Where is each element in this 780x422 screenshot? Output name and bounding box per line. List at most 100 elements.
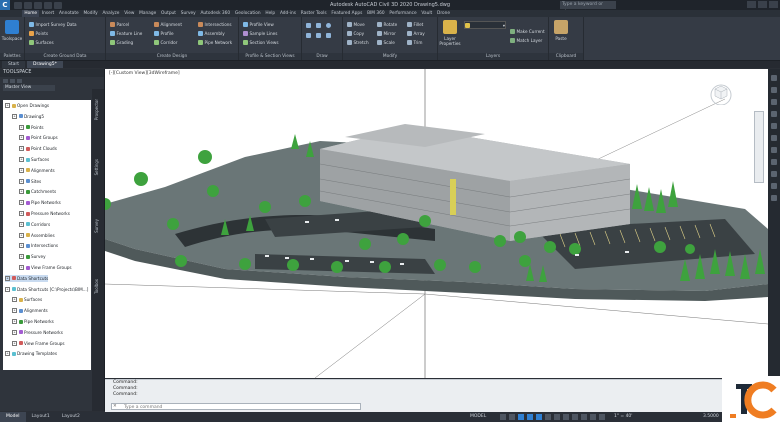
expand-toggle-icon[interactable]: + <box>19 232 24 238</box>
ortho-icon[interactable] <box>518 414 524 420</box>
ribbon-tab-autodesk-360[interactable]: Autodesk 360 <box>198 10 232 17</box>
grading-button[interactable]: Grading <box>110 38 133 46</box>
fillet-button[interactable]: Fillet <box>407 20 423 28</box>
ribbon-tab-help[interactable]: Help <box>263 10 278 17</box>
array-button[interactable]: Array <box>407 29 425 37</box>
toolspace-tool-icon[interactable] <box>17 78 22 83</box>
surfaces-button[interactable]: Surfaces <box>29 38 54 46</box>
toolspace-tool-icon[interactable] <box>3 78 8 83</box>
model-space-toggle[interactable]: MODEL <box>470 414 486 419</box>
line-button[interactable] <box>306 21 311 29</box>
mirror-button[interactable]: Mirror <box>377 29 396 37</box>
feature-line-button[interactable]: Feature Line <box>110 29 142 37</box>
tree-item[interactable]: + View Frame Groups <box>12 340 65 347</box>
circle-button[interactable] <box>326 21 331 29</box>
layout-tab-layout1[interactable]: Layout1 <box>26 412 56 422</box>
expand-toggle-icon[interactable]: + <box>12 113 17 119</box>
hatch-button[interactable] <box>326 31 331 39</box>
selection-cycling-icon[interactable] <box>572 414 578 420</box>
annotation-icon[interactable] <box>599 414 605 420</box>
tree-item[interactable]: + Corridors <box>19 221 50 228</box>
intersections-button[interactable]: Intersections <box>198 20 232 28</box>
profile-view-button[interactable]: Profile View <box>243 20 274 28</box>
3d-osnap-icon[interactable] <box>581 414 587 420</box>
lineweight-icon[interactable] <box>554 414 560 420</box>
parcel-button[interactable]: Parcel <box>110 20 129 28</box>
expand-toggle-icon[interactable]: + <box>12 308 17 314</box>
tree-item[interactable]: + Survey <box>19 253 46 260</box>
otrack-icon[interactable] <box>545 414 551 420</box>
expand-toggle-icon[interactable]: + <box>19 189 24 195</box>
osnap-icon[interactable] <box>536 414 542 420</box>
external-references-icon[interactable] <box>771 147 777 153</box>
tree-item[interactable]: + Catchments <box>19 188 56 195</box>
expand-toggle-icon[interactable]: + <box>19 243 24 249</box>
import-survey-data-button[interactable]: Import Survey Data <box>29 20 77 28</box>
dynamic-ucs-icon[interactable] <box>590 414 596 420</box>
ribbon-tab-analyze[interactable]: Analyze <box>100 10 122 17</box>
stretch-button[interactable]: Stretch <box>347 38 369 46</box>
move-button[interactable]: Move <box>347 20 365 28</box>
expand-toggle-icon[interactable]: + <box>12 319 17 324</box>
properties-icon[interactable] <box>771 75 777 81</box>
expand-toggle-icon[interactable]: + <box>19 124 24 130</box>
tree-item[interactable]: + Pipe Networks <box>12 318 54 325</box>
tool-palette-icon[interactable] <box>771 99 777 105</box>
sample-lines-button[interactable]: Sample Lines <box>243 29 277 37</box>
quick-calc-icon[interactable] <box>771 159 777 165</box>
rotate-button[interactable]: Rotate <box>377 20 397 28</box>
trim-button[interactable]: Trim <box>407 38 422 46</box>
tree-item[interactable]: + Open Drawings <box>5 102 49 109</box>
tree-item[interactable]: + Pressure Networks <box>19 210 70 217</box>
profile-button[interactable]: Profile <box>154 29 174 37</box>
tree-item[interactable]: + Data Shortcuts <box>5 274 49 282</box>
ribbon-tab-modify[interactable]: Modify <box>81 10 100 17</box>
polar-icon[interactable] <box>527 414 533 420</box>
expand-toggle-icon[interactable]: + <box>5 286 10 292</box>
section-views-button[interactable]: Section Views <box>243 38 279 46</box>
ribbon-tab-add-ins[interactable]: Add-ins <box>278 10 299 17</box>
scale-button[interactable]: Scale <box>377 38 395 46</box>
expand-toggle-icon[interactable]: + <box>19 167 24 173</box>
ribbon-tab-view[interactable]: View <box>122 10 137 17</box>
tree-item[interactable]: + Pipe Networks <box>19 199 61 206</box>
paste-button[interactable]: Paste <box>551 20 571 50</box>
tree-item[interactable]: + Surfaces <box>19 156 49 163</box>
expand-toggle-icon[interactable]: + <box>5 103 10 108</box>
markup-icon[interactable] <box>771 135 777 141</box>
tree-item[interactable]: + Intersections <box>19 242 58 249</box>
tree-item[interactable]: + Data Shortcuts [C:\Projects\BIM...] <box>5 286 88 293</box>
match-layer-button[interactable]: Match Layer <box>510 36 542 44</box>
command-input[interactable]: Type a command <box>111 403 361 410</box>
ribbon-tab-drone[interactable]: Drone <box>435 10 453 17</box>
navigation-bar[interactable] <box>754 111 764 183</box>
expand-toggle-icon[interactable]: + <box>19 265 24 270</box>
ribbon-tab-survey[interactable]: Survey <box>178 10 198 17</box>
expand-toggle-icon[interactable]: + <box>5 275 10 281</box>
ribbon-tab-home[interactable]: Home <box>22 10 40 17</box>
ribbon-tab-output[interactable]: Output <box>159 10 179 17</box>
ribbon-tab-annotate[interactable]: Annotate <box>57 10 81 17</box>
expand-toggle-icon[interactable]: + <box>19 254 24 260</box>
transparency-icon[interactable] <box>563 414 569 420</box>
expand-toggle-icon[interactable]: + <box>19 200 24 206</box>
sheet-set-icon[interactable] <box>771 123 777 129</box>
tree-item[interactable]: + Alignments <box>19 167 55 174</box>
expand-toggle-icon[interactable]: + <box>19 146 24 152</box>
side-tab-settings[interactable]: Settings <box>94 159 102 175</box>
tree-item[interactable]: + View Frame Groups <box>19 264 72 271</box>
file-tab-drawing5[interactable]: Drawing5* <box>27 61 63 68</box>
minimize-icon[interactable] <box>747 1 756 8</box>
side-tab-toolbox[interactable]: Toolbox <box>94 279 102 294</box>
help-icon[interactable] <box>771 195 777 201</box>
expand-toggle-icon[interactable]: + <box>19 135 24 141</box>
ribbon-tab-vault[interactable]: Vault <box>419 10 435 17</box>
tree-item[interactable]: + Sites <box>19 178 41 185</box>
close-icon[interactable] <box>769 1 778 8</box>
layers-icon[interactable] <box>771 87 777 93</box>
arc-button[interactable] <box>306 31 311 39</box>
tree-item[interactable]: + Surfaces <box>12 296 42 303</box>
layout-tab-model[interactable]: Model <box>0 412 26 422</box>
toolspace-button[interactable]: Toolspace <box>2 20 22 50</box>
expand-toggle-icon[interactable]: + <box>5 351 10 357</box>
